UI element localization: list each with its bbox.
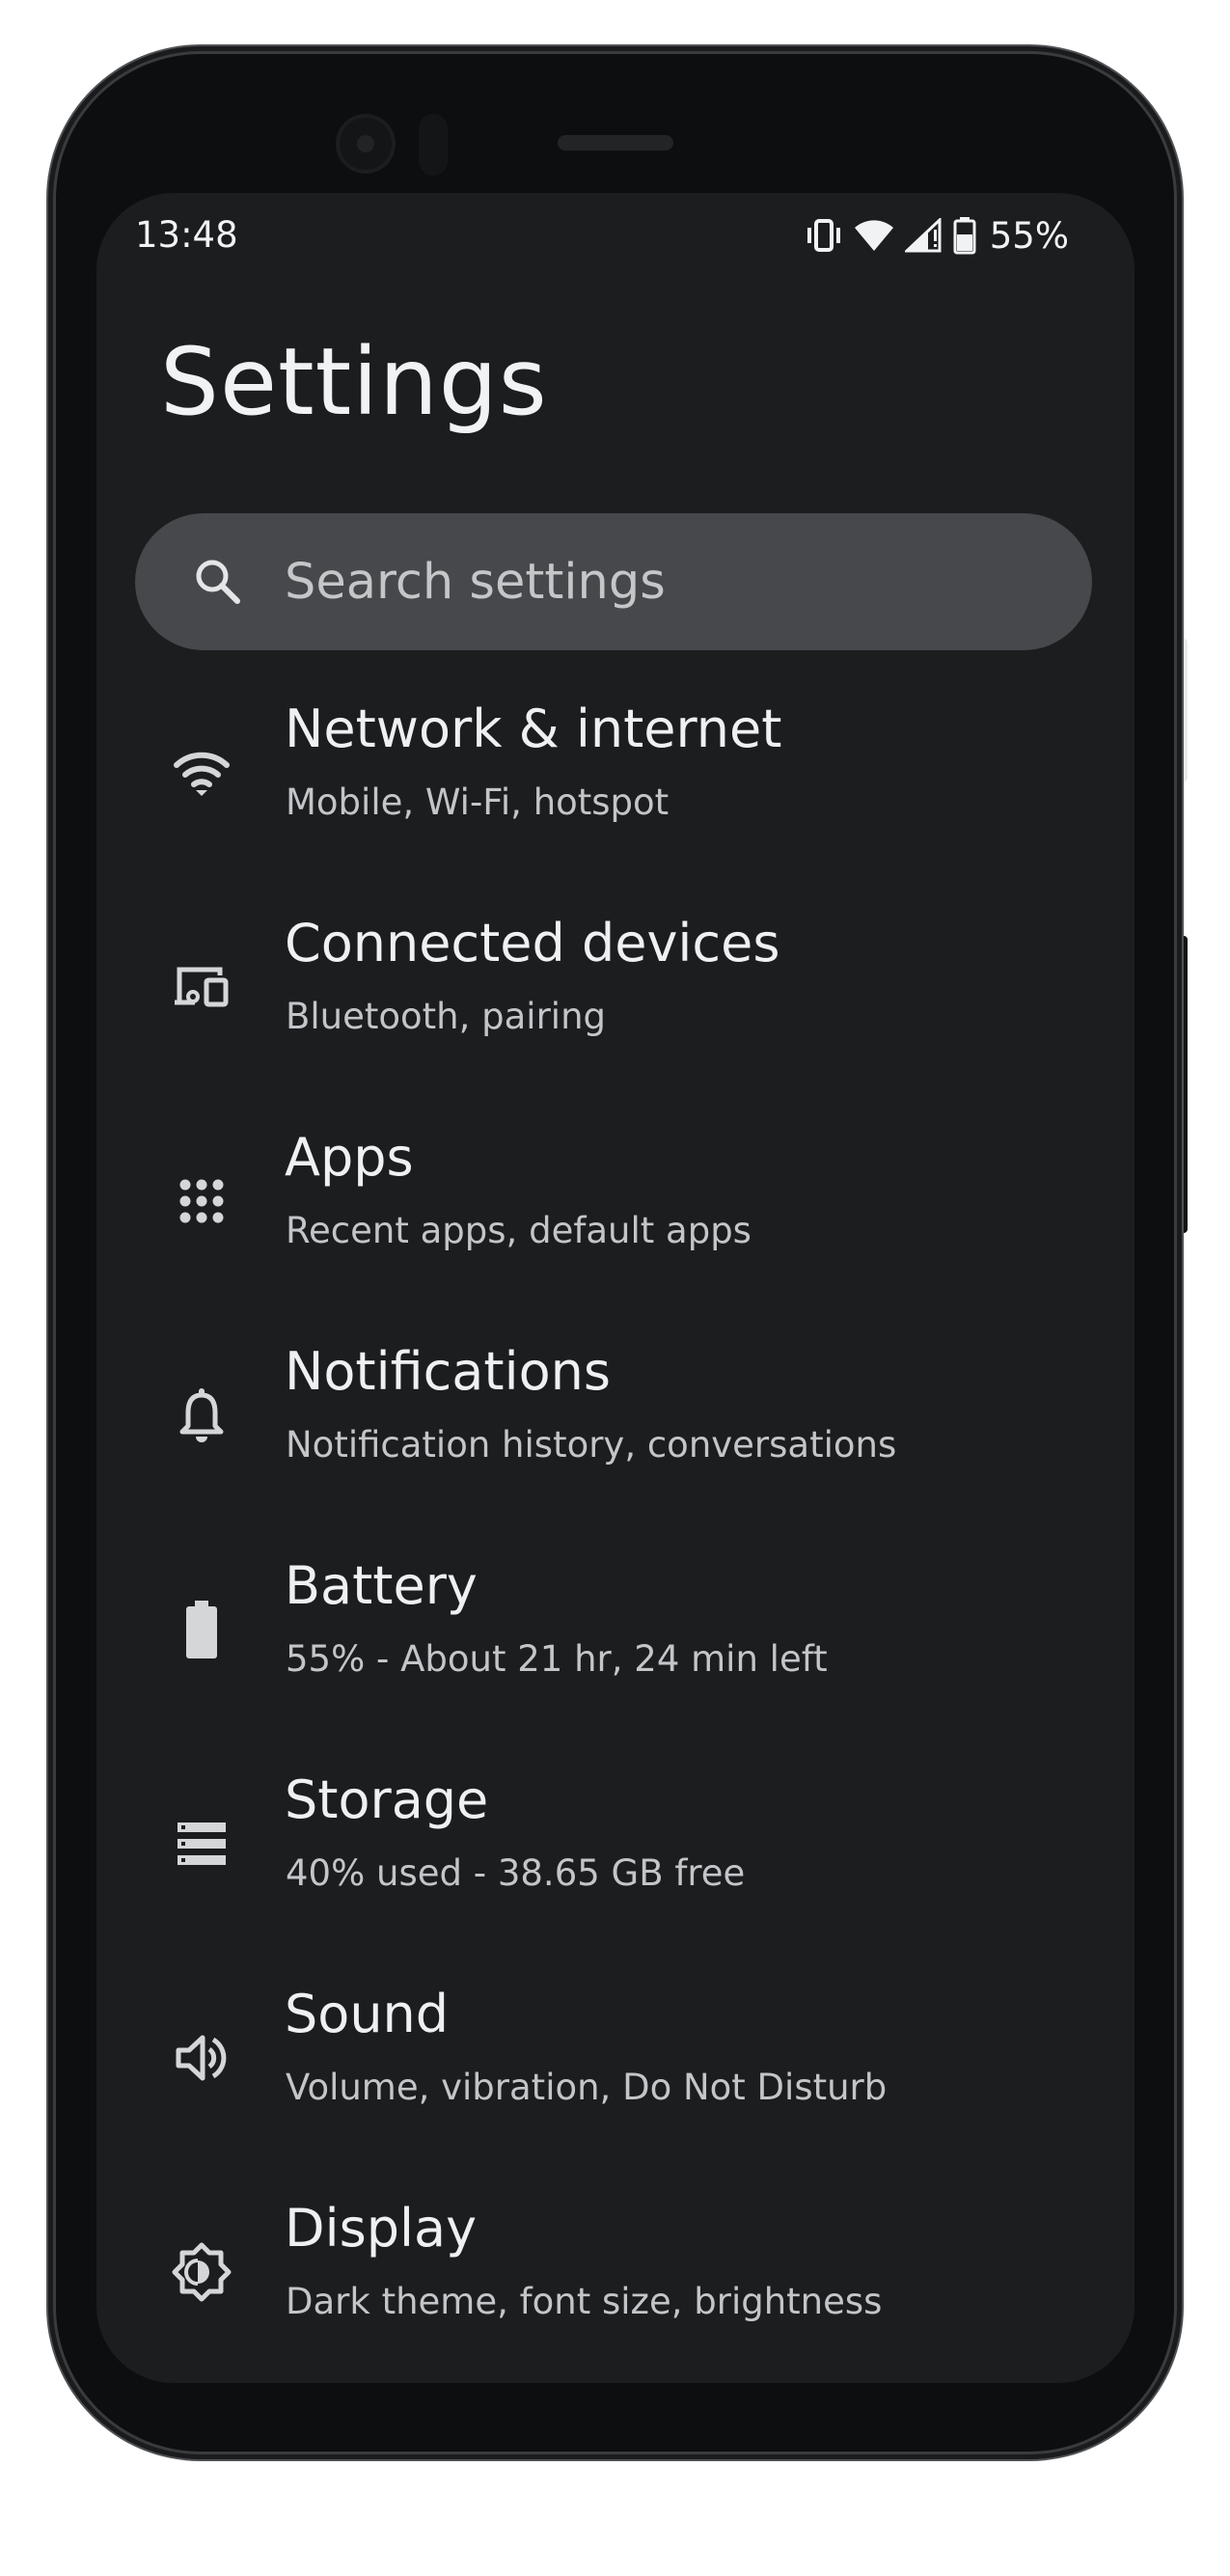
- storage-icon: [172, 1814, 232, 1874]
- earpiece-speaker: [558, 135, 673, 151]
- settings-item-battery[interactable]: Battery 55% - About 21 hr, 24 min left: [96, 1551, 1134, 1766]
- settings-item-subtitle: Recent apps, default apps: [286, 1210, 752, 1251]
- search-icon: [193, 557, 243, 611]
- phone-frame: 13:48 55% Settings Search settings Netwo…: [56, 54, 1174, 2452]
- settings-item-notifications[interactable]: Notifications Notification history, conv…: [96, 1337, 1134, 1551]
- battery-icon: [953, 216, 976, 255]
- settings-item-title: Apps: [285, 1127, 414, 1188]
- settings-item-network[interactable]: Network & internet Mobile, Wi-Fi, hotspo…: [96, 695, 1134, 909]
- search-input[interactable]: [285, 513, 1056, 650]
- speaker-icon: [172, 2028, 232, 2088]
- page-title: Settings: [160, 328, 548, 436]
- status-icons: 55%: [805, 214, 1069, 257]
- settings-item-connected-devices[interactable]: Connected devices Bluetooth, pairing: [96, 909, 1134, 1123]
- wifi-icon: [853, 218, 895, 253]
- settings-item-display[interactable]: Display Dark theme, font size, brightnes…: [96, 2194, 1134, 2383]
- wifi-icon: [172, 743, 232, 803]
- settings-item-subtitle: Mobile, Wi-Fi, hotspot: [286, 781, 670, 823]
- settings-item-subtitle: Dark theme, font size, brightness: [286, 2281, 883, 2322]
- battery-percent: 55%: [989, 214, 1069, 257]
- power-button[interactable]: [1176, 639, 1188, 781]
- battery-icon: [172, 1600, 232, 1659]
- settings-item-title: Storage: [285, 1769, 489, 1830]
- search-bar[interactable]: [135, 513, 1092, 650]
- settings-list: Network & internet Mobile, Wi-Fi, hotspo…: [96, 695, 1134, 2383]
- settings-item-subtitle: Volume, vibration, Do Not Disturb: [286, 2067, 888, 2108]
- settings-item-storage[interactable]: Storage 40% used - 38.65 GB free: [96, 1766, 1134, 1980]
- settings-item-subtitle: Bluetooth, pairing: [286, 996, 607, 1037]
- bell-icon: [172, 1385, 232, 1445]
- settings-item-title: Notifications: [285, 1341, 611, 1402]
- brightness-icon: [172, 2242, 232, 2302]
- front-camera: [336, 114, 396, 174]
- proximity-sensor: [419, 114, 448, 176]
- settings-item-apps[interactable]: Apps Recent apps, default apps: [96, 1123, 1134, 1337]
- settings-item-subtitle: 55% - About 21 hr, 24 min left: [286, 1638, 828, 1680]
- settings-item-title: Battery: [285, 1555, 478, 1616]
- devices-icon: [172, 957, 232, 1017]
- settings-item-title: Sound: [285, 1984, 450, 2044]
- signal-icon: [904, 218, 943, 253]
- settings-item-subtitle: Notification history, conversations: [286, 1424, 897, 1466]
- settings-item-title: Network & internet: [285, 699, 782, 759]
- status-time: 13:48: [135, 214, 238, 256]
- screen: 13:48 55% Settings Search settings Netwo…: [96, 193, 1134, 2383]
- apps-grid-icon: [172, 1171, 232, 1231]
- status-bar: 13:48 55%: [96, 193, 1134, 280]
- volume-button[interactable]: [1176, 936, 1188, 1233]
- vibrate-icon: [805, 218, 843, 253]
- settings-item-subtitle: 40% used - 38.65 GB free: [286, 1852, 746, 1894]
- settings-item-sound[interactable]: Sound Volume, vibration, Do Not Disturb: [96, 1980, 1134, 2194]
- settings-item-title: Display: [285, 2198, 478, 2259]
- settings-item-title: Connected devices: [285, 913, 780, 973]
